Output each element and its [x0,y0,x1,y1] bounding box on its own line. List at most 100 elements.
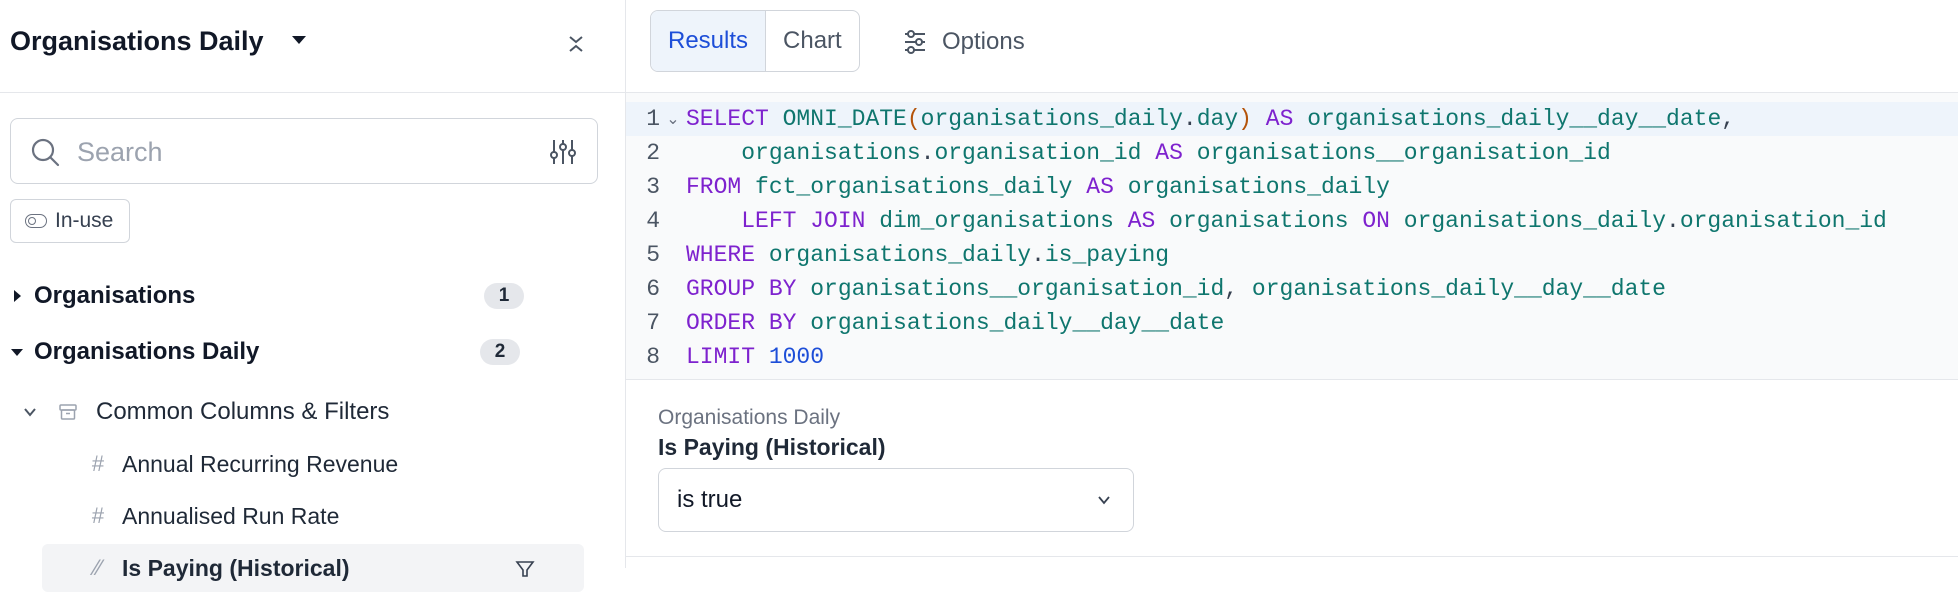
line-number: 6 [646,276,660,302]
sql-keyword: AS [1141,140,1183,166]
sql-identifier: organisation_id [1679,208,1887,234]
sql-dot: . [1182,106,1197,132]
field-browser-panel: Organisations Daily In-use Organisations… [0,0,626,592]
line-number: 1 [646,106,660,132]
line-number: 5 [646,242,660,268]
code-line[interactable]: 6 GROUP BY organisations__organisation_i… [626,272,1958,306]
caret-right-icon[interactable] [13,290,21,302]
caret-down-icon[interactable] [11,348,23,356]
tab-results[interactable]: Results [651,11,767,71]
filter-field-name: Is Paying (Historical) [658,434,886,460]
field-annualised-run-rate[interactable]: # Annualised Run Rate [42,492,584,540]
in-use-label: In-use [55,209,114,232]
query-toolbar: Results Chart Options [626,0,1958,93]
code-line[interactable]: 4 LEFT JOIN dim_organisations AS organis… [626,204,1958,238]
sql-identifier: organisation_id [934,140,1142,166]
sql-keyword: ORDER BY [686,310,797,336]
sql-dot: . [1666,208,1680,234]
options-button[interactable]: Options [902,22,1025,62]
sql-identifier: is_paying [1044,242,1170,268]
search-box [10,118,598,184]
sql-identifier: day [1196,106,1239,132]
sql-keyword: SELECT [686,106,769,132]
sql-identifier: organisations_daily__day__date [1238,276,1666,302]
sql-identifier: organisations__organisation_id [796,276,1225,302]
sql-identifier: organisations_daily__day__date [1293,106,1722,132]
sql-keyword: AS [1072,174,1114,200]
code-line[interactable]: 2 organisations. organisation_id AS organ… [626,136,1958,170]
group-label: Common Columns & Filters [96,398,390,425]
sql-keyword: GROUP BY [686,276,797,302]
filter-funnel-icon[interactable] [514,558,536,580]
sql-identifier: organisations_daily [1389,208,1667,234]
field-is-paying-historical[interactable]: ⁄⁄ Is Paying (Historical) [42,544,584,592]
field-label: Annual Recurring Revenue [122,450,399,477]
tree-item-label: Organisations Daily [34,338,260,365]
sql-identifier: organisations_daily [920,106,1183,132]
sql-keyword: WHERE [686,242,756,268]
panel-header: Organisations Daily [0,0,625,93]
number-icon: # [91,451,105,476]
sql-identifier: organisations [686,140,921,166]
code-line[interactable]: 8 LIMIT 1000 [626,340,1958,374]
tree-item-organisations-daily[interactable]: Organisations Daily [0,332,560,372]
settings-sliders-icon [905,30,925,54]
field-label: Is Paying (Historical) [122,554,350,581]
sql-number: 1000 [755,344,825,370]
fold-chevron-icon[interactable]: ⌄ [660,109,686,129]
sliders-icon[interactable] [549,137,577,167]
sql-dot: . [1031,242,1045,268]
tab-chart[interactable]: Chart [766,11,859,71]
sql-keyword: AS [1113,208,1156,234]
line-number: 4 [646,208,660,234]
caret-down-icon[interactable] [292,36,306,44]
tree-item-organisations[interactable]: Organisations [0,276,560,316]
code-line[interactable]: 1 ⌄ SELECT OMNI_DATE(organisations_daily… [626,102,1958,136]
line-number: 7 [646,310,660,336]
sql-identifier: organisations__organisation_id [1182,140,1611,166]
query-panel: Results Chart Options 1 ⌄ SELECT OMNI_DA… [626,0,1958,568]
topic-title[interactable]: Organisations Daily [10,26,264,57]
sql-keyword: FROM [686,174,742,200]
sql-keyword: LEFT JOIN [686,208,866,234]
filter-value: is true [677,486,743,513]
in-use-toggle[interactable]: In-use [10,199,131,243]
chevron-down-icon [1098,496,1110,505]
code-line[interactable]: 7 ORDER BY organisations_daily__day__dat… [626,306,1958,340]
sql-paren: ( [906,106,921,132]
group-common-columns[interactable]: Common Columns & Filters [0,392,560,432]
line-number: 3 [646,174,660,200]
sql-function: OMNI_DATE [768,106,907,132]
search-input[interactable] [75,131,539,173]
sql-keyword: LIMIT [686,344,756,370]
sql-identifier: dim_organisations [865,208,1114,234]
count-badge: 2 [480,339,520,365]
sql-comma: , [1721,106,1736,132]
collapse-icon[interactable] [560,28,592,60]
line-number: 8 [646,344,660,370]
code-line[interactable]: 3 FROM fct_organisations_daily AS organi… [626,170,1958,204]
line-number: 2 [646,140,660,166]
sql-editor[interactable]: 1 ⌄ SELECT OMNI_DATE(organisations_daily… [626,93,1958,380]
sql-dot: . [920,140,935,166]
sql-identifier: fct_organisations_daily [741,174,1073,200]
filter-value-select[interactable]: is true [658,468,1134,532]
sql-keyword: ON [1348,208,1390,234]
sql-keyword: AS [1251,106,1294,132]
view-switcher: Results Chart [650,10,860,72]
filter-section: Organisations Daily Is Paying (Historica… [626,380,1958,557]
boolean-icon: ⁄⁄ [94,555,102,580]
field-annual-recurring-revenue[interactable]: # Annual Recurring Revenue [42,440,584,488]
sql-identifier: organisations_daily [1113,174,1390,200]
sql-comma: , [1224,276,1239,302]
number-icon: # [91,503,105,528]
sql-paren: ) [1238,106,1252,132]
sql-identifier: organisations [1155,208,1349,234]
sql-identifier: organisations_daily__day__date [796,310,1225,336]
search-icon [31,138,60,167]
code-line[interactable]: 5 WHERE organisations_daily. is_paying [626,238,1958,272]
filter-view-name: Organisations Daily [658,406,841,429]
count-badge: 1 [484,283,524,309]
chevron-down-icon[interactable] [22,404,38,420]
toggle-icon [25,214,47,228]
